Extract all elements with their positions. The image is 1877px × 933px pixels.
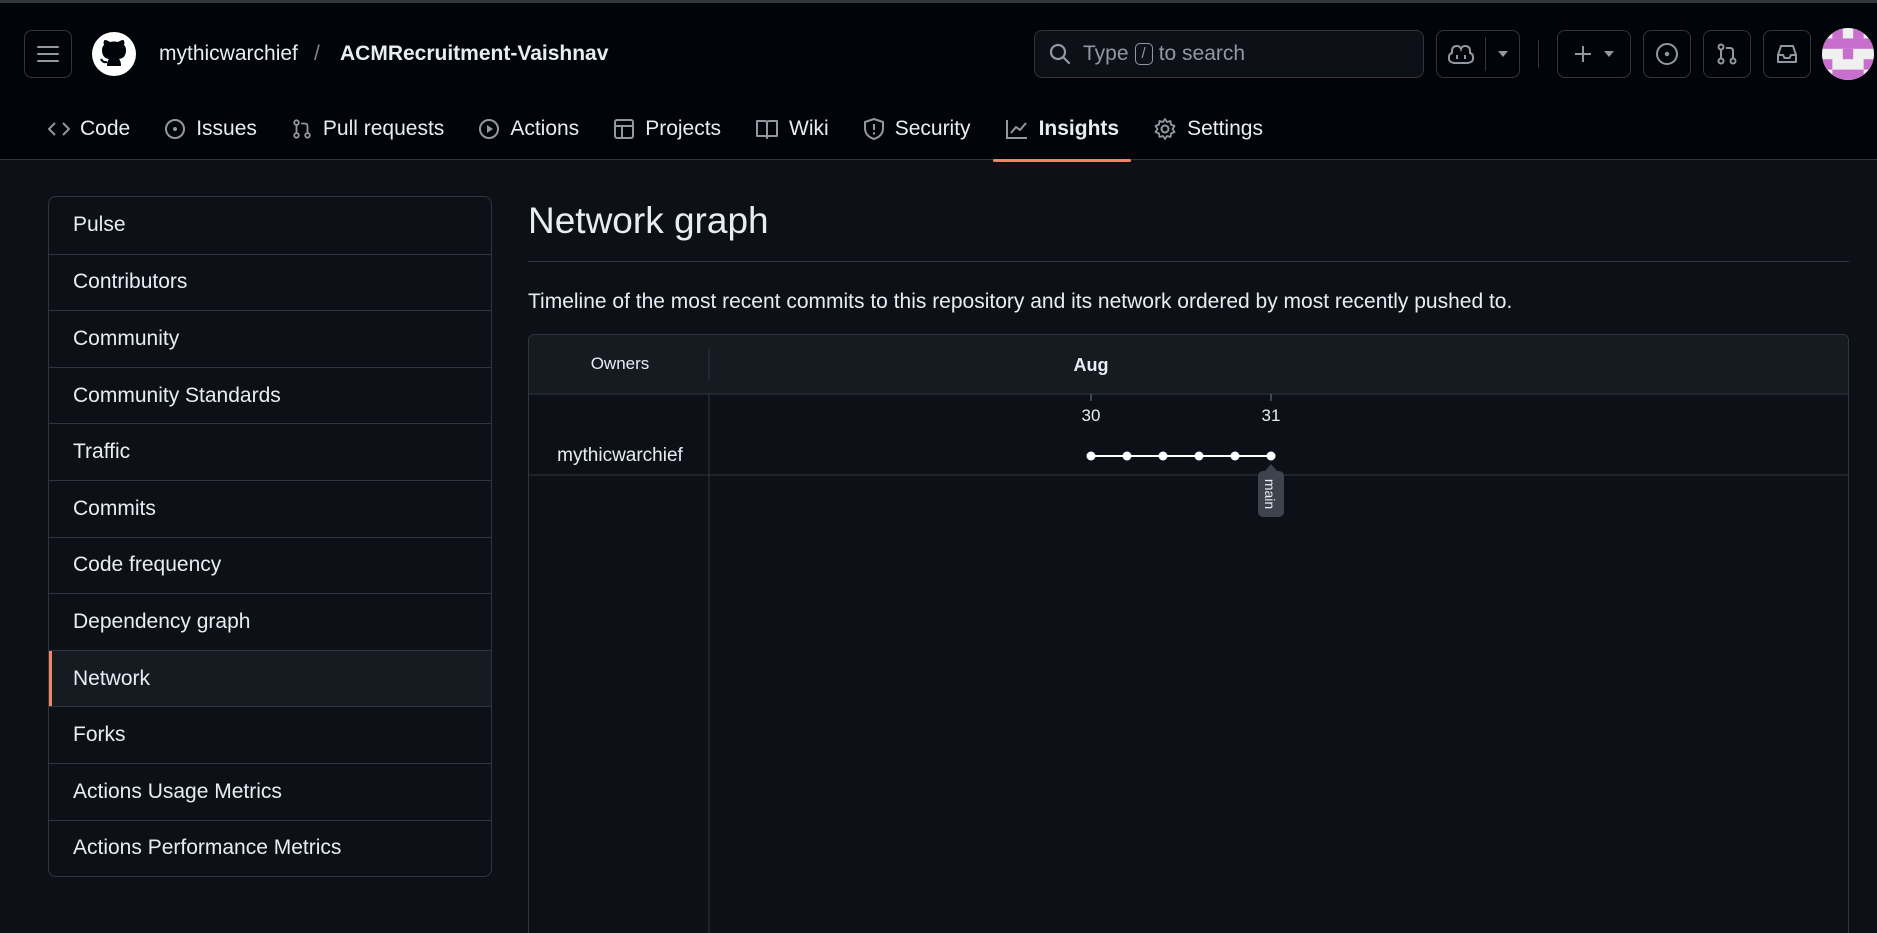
commit-dot[interactable] [1230,451,1240,461]
tab-label: Settings [1187,116,1263,140]
tab-actions[interactable]: Actions [466,106,591,151]
issue-icon [165,118,186,139]
global-header: mythicwarchief / ACMRecruitment-Vaishnav… [0,0,1877,163]
tab-security[interactable]: Security [851,106,983,151]
day-label: 30 [1082,406,1101,425]
repo-link[interactable]: ACMRecruitment-Vaishnav [340,41,608,67]
inbox-button[interactable] [1763,30,1811,78]
shield-icon [863,117,884,140]
sidebar-item-actions-usage-metrics[interactable]: Actions Usage Metrics [49,762,491,820]
commit-dot[interactable] [1266,451,1276,461]
sidebar-item-pulse[interactable]: Pulse [49,197,491,254]
open-menu-button[interactable] [24,30,72,78]
tab-wiki[interactable]: Wiki [743,106,841,151]
pull-requests-button[interactable] [1703,30,1751,78]
commit-dot[interactable] [1194,451,1204,461]
sidebar-item-actions-performance-metrics[interactable]: Actions Performance Metrics [49,819,491,877]
tab-label: Pull requests [322,116,445,140]
gear-icon [1154,117,1176,140]
search-icon [1049,43,1071,65]
user-avatar[interactable] [1822,28,1874,80]
insights-sidebar: Pulse Contributors Community Community S… [48,196,492,878]
tab-settings[interactable]: Settings [1141,106,1275,151]
triangle-down-icon [1498,51,1508,57]
pull-request-icon [293,118,311,139]
tab-label: Actions [510,116,580,140]
play-icon [479,118,500,139]
issue-opened-icon [1656,43,1678,65]
triangle-down-icon [1604,51,1614,57]
header-row: mythicwarchief / ACMRecruitment-Vaishnav… [0,3,1877,103]
tab-projects[interactable]: Projects [601,106,733,151]
month-label: Aug [1074,355,1109,375]
tab-label: Wiki [789,116,829,140]
copilot-button-group [1436,30,1520,78]
commit-dot[interactable] [1086,451,1096,461]
book-icon [756,119,779,139]
sidebar-item-dependency-graph[interactable]: Dependency graph [49,593,491,650]
identicon-avatar-icon [1822,28,1874,80]
sidebar-item-network[interactable]: Network [49,649,491,707]
owner-label[interactable]: mythicwarchief [557,445,683,466]
search-placeholder: Type / to search [1083,42,1245,66]
title-divider [528,261,1849,262]
breadcrumb-separator: / [314,42,320,65]
commit-dot[interactable] [1122,451,1132,461]
tab-label: Issues [196,116,257,140]
page-description: Timeline of the most recent commits to t… [528,290,1513,313]
sidebar-item-code-frequency[interactable]: Code frequency [49,536,491,594]
graph-icon [1005,119,1027,139]
copilot-icon [1448,44,1474,64]
plus-icon [1575,46,1591,62]
hamburger-icon [37,46,59,62]
tab-code[interactable]: Code [36,106,142,151]
network-graph[interactable]: Owners Aug 30 31 mythicwarchief main [528,334,1849,933]
copilot-menu-button[interactable] [1486,31,1520,77]
owners-header: Owners [591,354,650,373]
tab-insights[interactable]: Insights [992,106,1132,162]
tab-label: Code [80,116,131,140]
header-divider [1538,40,1539,68]
sidebar-item-contributors[interactable]: Contributors [49,253,491,311]
pull-request-icon [1717,43,1737,65]
search-shortcut-key: / [1134,43,1153,65]
code-icon [48,121,70,136]
network-graph-canvas[interactable]: Owners Aug 30 31 mythicwarchief main [529,335,1849,933]
tab-pull-requests[interactable]: Pull requests [279,106,456,151]
commit-dot[interactable] [1158,451,1168,461]
graph-header-band [529,335,1848,394]
sidebar-item-community[interactable]: Community [49,310,491,367]
search-input[interactable]: Type / to search [1034,30,1424,78]
tab-label: Security [894,116,971,140]
search-placeholder-suffix: to search [1158,42,1246,65]
sidebar-item-traffic[interactable]: Traffic [49,423,491,480]
branch-label-pointer [1265,464,1277,471]
issues-button[interactable] [1643,30,1691,78]
day-label: 31 [1262,406,1281,425]
branch-label: main [1262,479,1278,509]
inbox-icon [1777,45,1797,63]
copilot-button[interactable] [1437,31,1485,77]
search-placeholder-prefix: Type [1083,42,1129,65]
page-title: Network graph [528,200,769,241]
github-logo-icon[interactable] [92,32,136,76]
create-new-button[interactable] [1557,30,1631,78]
table-icon [614,118,635,139]
tab-issues[interactable]: Issues [152,106,269,151]
owner-link[interactable]: mythicwarchief [159,41,298,67]
sidebar-item-commits[interactable]: Commits [49,479,491,537]
tab-label: Insights [1038,116,1120,140]
repo-tab-nav: Code Issues Pull requests Actions Projec… [36,106,1285,163]
tab-label: Projects [645,116,722,140]
sidebar-item-forks[interactable]: Forks [49,706,491,763]
sidebar-item-community-standards[interactable]: Community Standards [49,366,491,424]
